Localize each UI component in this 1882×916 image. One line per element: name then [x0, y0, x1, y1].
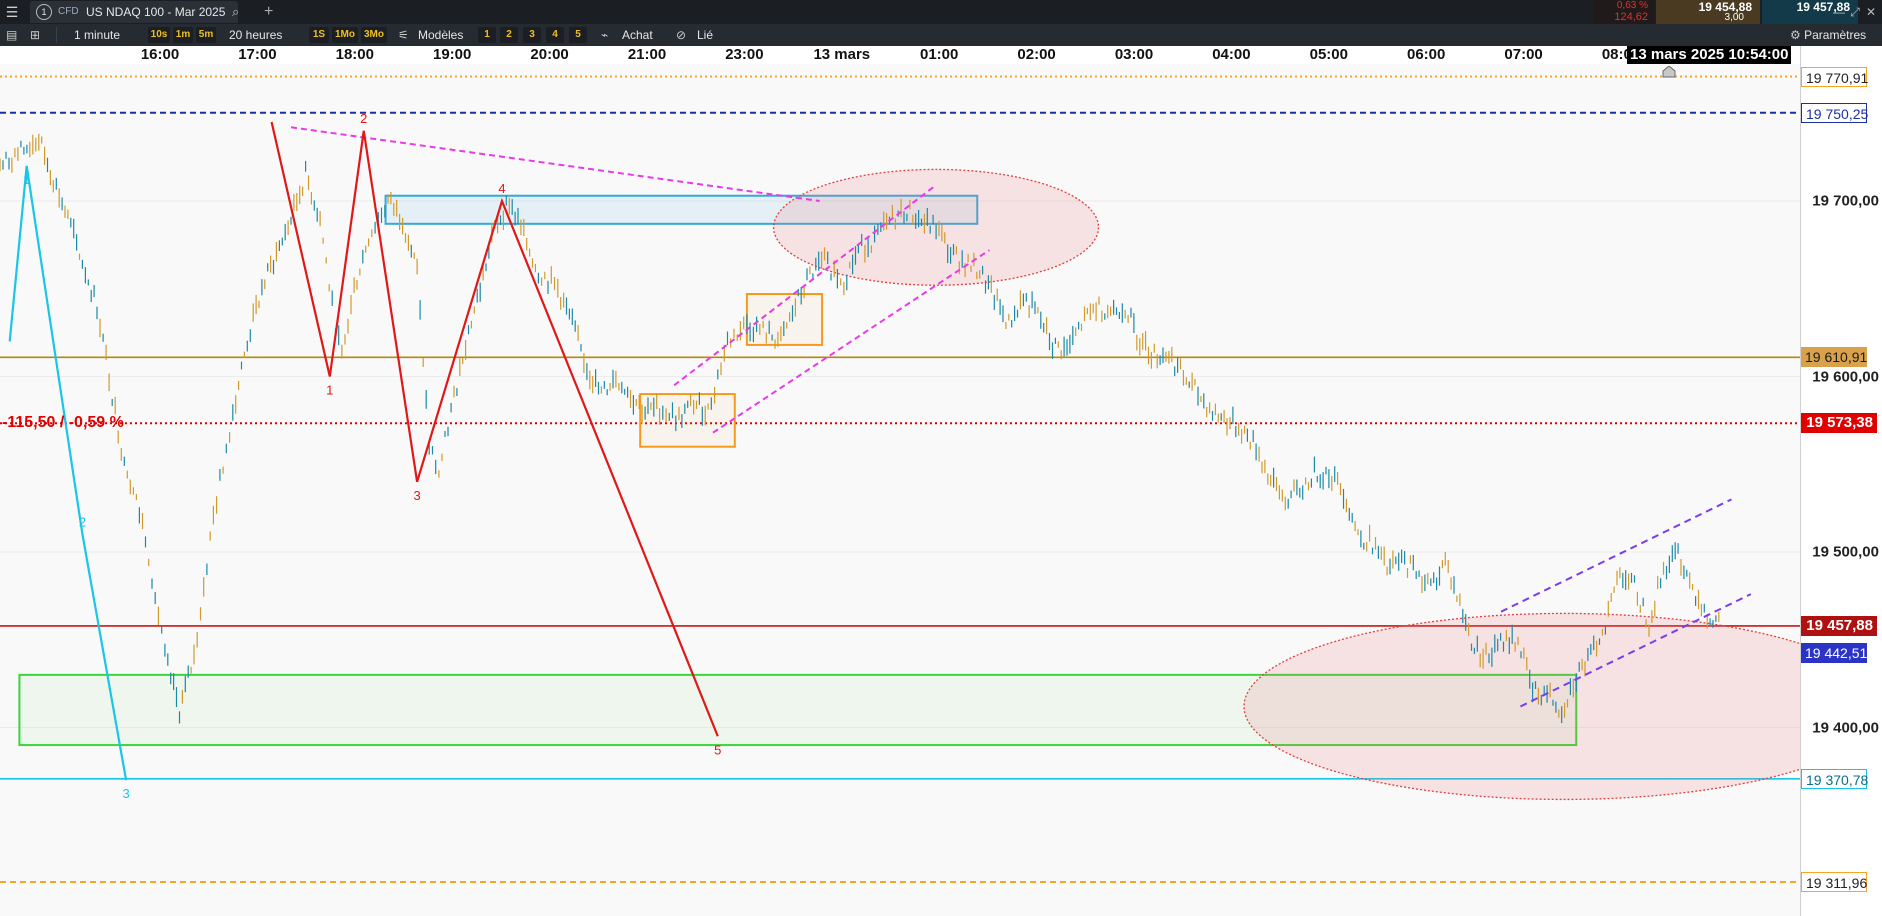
range-box: [745, 293, 824, 346]
level-price-tag: 19 573,38: [1801, 413, 1877, 434]
menu-icon[interactable]: ☰: [4, 0, 20, 24]
layout-4-button[interactable]: 4: [546, 27, 564, 43]
interval-1m-button[interactable]: 1m: [173, 27, 193, 43]
instrument-title[interactable]: US NDAQ 100 - Mar 2025: [86, 0, 225, 24]
tab-bar: ☰ 1 CFD US NDAQ 100 - Mar 2025 ⌕ + 0,63 …: [0, 0, 1882, 25]
time-tick-label: 01:00: [920, 46, 959, 63]
wave-label: 1: [23, 172, 30, 187]
link-button[interactable]: Lié: [697, 24, 713, 46]
time-tick-label: 21:00: [627, 46, 667, 63]
level-price-tag: 19 770,91: [1801, 66, 1868, 87]
wave-label: 5: [714, 742, 721, 757]
settings-button[interactable]: ⚙ Paramètres: [1790, 24, 1866, 46]
daily-change-box: 0,63 % 124,62: [1594, 0, 1654, 24]
time-tick-label: 16:00: [140, 46, 180, 63]
close-icon[interactable]: ✕: [1864, 0, 1878, 24]
models-icon[interactable]: ⚟: [398, 24, 409, 46]
time-tick-label: 02:00: [1017, 46, 1056, 63]
list-icon[interactable]: ▤: [6, 24, 17, 46]
layout-3-button[interactable]: 3: [523, 27, 541, 43]
expand-icon[interactable]: ⤢: [1848, 0, 1862, 24]
time-tick-label: 05:00: [1309, 46, 1348, 63]
time-tick-label: 19:00: [433, 46, 472, 63]
change-percent: 0,63 %: [1616, 0, 1648, 11]
interval-10s-button[interactable]: 10s: [148, 27, 170, 43]
toolbar-divider: [56, 27, 57, 43]
time-tick-label: 20:00: [530, 46, 569, 63]
time-tick-label: 17:00: [238, 46, 277, 63]
level-price-tag: 19 457,88: [1801, 615, 1877, 636]
layout-1-button[interactable]: 1: [478, 27, 496, 43]
performance-label: -115,50 / -0,59 %: [2, 414, 124, 431]
time-tick-label: 18:00: [335, 46, 374, 63]
chart-svg: 1 2 3 1 2 3 4 5: [0, 75, 1882, 884]
time-tick-label: 13 mars: [813, 46, 871, 63]
level-price-tag: 19 750,25: [1801, 102, 1868, 123]
range-3mo-button[interactable]: 3Mo: [361, 27, 387, 43]
chart-plot-area[interactable]: 1 2 3 1 2 3 4 5: [0, 64, 1882, 916]
price-tick-label: 19 500,00: [1812, 543, 1879, 561]
time-tick-label: 03:00: [1114, 46, 1154, 63]
settings-label: Paramètres: [1804, 28, 1867, 42]
range-1mo-button[interactable]: 1Mo: [332, 27, 358, 43]
chart-toolbar: ▤ ⊞ 1 minute 10s 1m 5m 20 heures 1S 1Mo …: [0, 24, 1882, 46]
minimize-icon[interactable]: —: [1832, 0, 1846, 24]
link-icon[interactable]: ⊘: [676, 24, 686, 46]
cursor-time-label: 13 mars 2025 10:54:00: [1627, 46, 1792, 64]
time-tick-label: 06:00: [1407, 46, 1446, 63]
wave-label: 3: [122, 786, 129, 801]
price-tick-label: 19 600,00: [1812, 368, 1879, 385]
add-tab-icon[interactable]: +: [264, 0, 273, 24]
change-points: 124,62: [1614, 11, 1648, 23]
wave-label: 2: [79, 514, 86, 529]
interval-select[interactable]: 1 minute: [74, 24, 120, 46]
level-price-tag: 19 311,96: [1801, 872, 1867, 892]
interval-5m-button[interactable]: 5m: [196, 27, 216, 43]
spread-value: 3,00: [1724, 12, 1744, 23]
channel-line: [1500, 498, 1732, 613]
layout-2-button[interactable]: 2: [500, 27, 518, 43]
time-tick-label: 04:00: [1212, 46, 1251, 63]
chart-window: ☰ 1 CFD US NDAQ 100 - Mar 2025 ⌕ + 0,63 …: [0, 0, 1882, 916]
range-select[interactable]: 20 heures: [229, 24, 282, 46]
time-tick-label: 07:00: [1504, 46, 1543, 63]
price-tick-label: 19 700,00: [1812, 192, 1879, 210]
wave-label: 3: [413, 488, 420, 503]
layout-5-button[interactable]: 5: [569, 27, 587, 43]
wave-label: 1: [326, 383, 333, 398]
search-icon[interactable]: ⌕: [232, 0, 239, 24]
sell-price-button[interactable]: 19 454,88 3,00: [1656, 0, 1760, 24]
range-1s-button[interactable]: 1S: [309, 27, 329, 43]
instrument-type-label: CFD: [58, 6, 79, 17]
time-tick-label: 23:00: [725, 46, 764, 63]
tab-number-badge: 1: [36, 4, 52, 20]
buy-icon[interactable]: ⌁: [601, 24, 608, 46]
wave-label: 4: [498, 181, 505, 196]
layout-grid-icon[interactable]: ⊞: [30, 24, 40, 46]
home-marker-icon[interactable]: [1662, 66, 1676, 78]
models-button[interactable]: Modèles: [418, 24, 463, 46]
wave-label: 2: [360, 111, 367, 126]
buy-button[interactable]: Achat: [622, 24, 653, 46]
level-price-tag: 19 370,78: [1801, 768, 1868, 789]
level-price-tag: 19 442,51: [1801, 642, 1867, 663]
price-tick-label: 19 400,00: [1812, 719, 1879, 736]
gear-icon: ⚙: [1790, 28, 1801, 42]
trend-line: [290, 126, 820, 202]
time-axis: 16:00 17:00 18:00 19:00 20:00 21:00 23:00 13 ma…: [0, 46, 1800, 64]
level-price-tag: 19 610,91: [1801, 347, 1867, 368]
